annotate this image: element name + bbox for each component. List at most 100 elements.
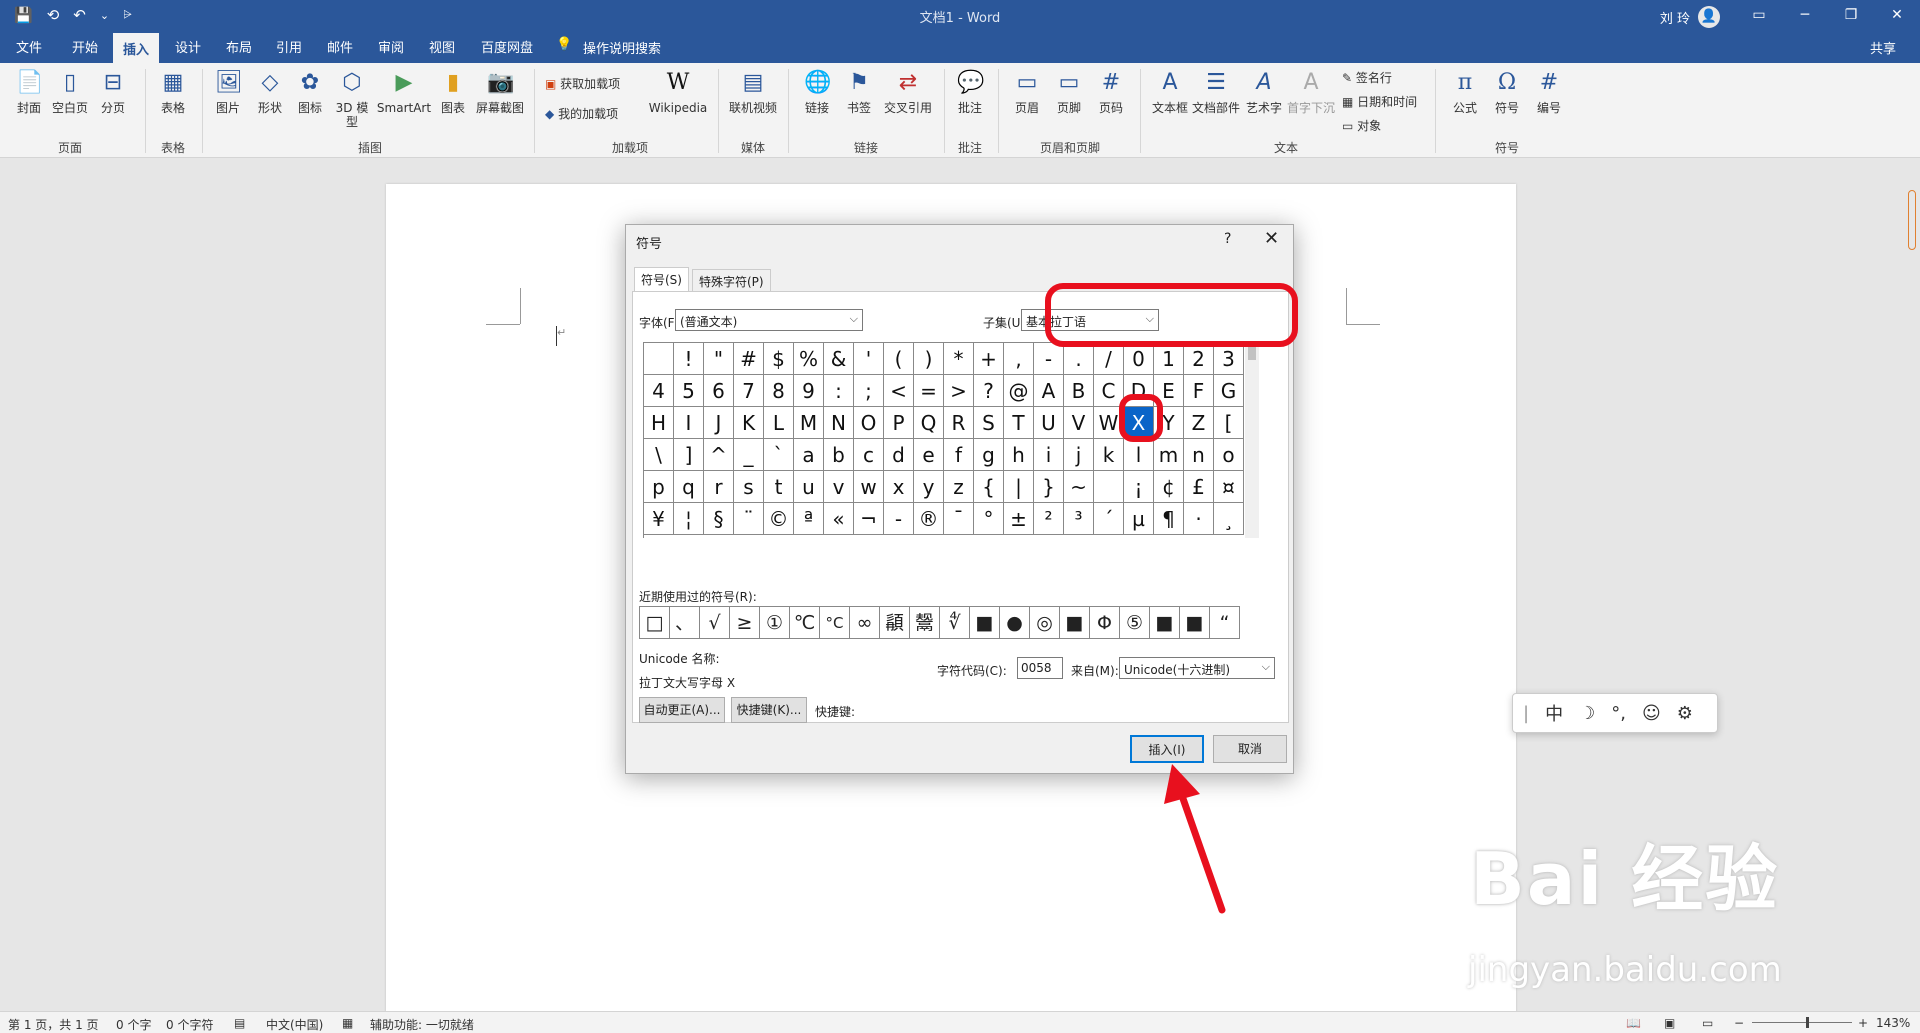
wordart-button[interactable]: A 艺术字 [1244,69,1284,115]
symbol-cell[interactable]: £ [1184,471,1214,503]
recent-symbol-cell[interactable]: 䫇 [880,607,910,639]
symbol-cell[interactable]: # [734,343,764,375]
symbol-cell[interactable]: S [974,407,1004,439]
get-addins-button[interactable]: ▣ 获取加载项 [545,75,620,92]
tab-special-characters[interactable]: 特殊字符(P) [692,269,771,291]
icons-button[interactable]: ✿ 图标 [296,69,324,115]
zoom-slider-thumb[interactable] [1806,1017,1809,1028]
symbol-cell[interactable]: N [824,407,854,439]
punctuation-icon[interactable]: °, [1611,703,1626,724]
symbol-cell[interactable]: ¯ [944,503,974,535]
symbol-cell[interactable]: k [1094,439,1124,471]
symbol-cell[interactable]: p [644,471,674,503]
symbol-cell[interactable]: L [764,407,794,439]
symbol-cell[interactable]: @ [1004,375,1034,407]
symbol-cell[interactable]: ¤ [1214,471,1244,503]
symbol-cell[interactable]: ` [764,439,794,471]
symbol-cell[interactable]: a [794,439,824,471]
user-account[interactable]: 刘 玲 👤 [1660,6,1720,28]
symbol-cell[interactable]: ] [674,439,704,471]
symbol-cell[interactable]: µ [1124,503,1154,535]
symbol-cell[interactable]: A [1034,375,1064,407]
symbol-cell[interactable]: ¶ [1154,503,1184,535]
recent-symbols-row[interactable]: □、 √ ≥ ① ℃ °C ∞ 䫇鬶 ∜ ■ ● ◎ ■ Φ ⑤ ■ ■ “ [639,606,1240,639]
symbol-cell[interactable]: 2 [1184,343,1214,375]
symbol-cell[interactable]: | [1004,471,1034,503]
recent-symbol-cell[interactable]: Φ [1090,607,1120,639]
from-dropdown[interactable]: Unicode(十六进制) ⌵ [1119,657,1275,679]
symbol-cell[interactable]: b [824,439,854,471]
recent-symbol-cell[interactable]: ① [760,607,790,639]
tab-design[interactable]: 设计 [175,37,201,56]
symbol-cell[interactable]: ¨ [734,503,764,535]
share-button[interactable]: 共享 [1870,38,1896,57]
macro-icon[interactable]: ▦ [342,1016,353,1030]
signature-line-button[interactable]: ✎ 签名行 [1342,69,1392,86]
symbol-cell[interactable]: © [764,503,794,535]
symbol-cell[interactable]: . [1064,343,1094,375]
comment-button[interactable]: 💬 批注 [952,69,988,115]
symbol-cell[interactable]: f [944,439,974,471]
zoom-out-button[interactable]: − [1734,1016,1744,1030]
date-time-button[interactable]: ▦ 日期和时间 [1342,93,1417,110]
recent-symbol-cell[interactable]: ■ [1180,607,1210,639]
symbol-cell[interactable]: ® [914,503,944,535]
symbol-cell[interactable]: \ [644,439,674,471]
symbol-cell[interactable]: F [1184,375,1214,407]
ribbon-display-icon[interactable]: ▭ [1736,0,1782,31]
tab-references[interactable]: 引用 [276,37,302,56]
symbol-cell[interactable]: R [944,407,974,439]
symbol-cell[interactable]: « [824,503,854,535]
symbol-cell[interactable]: , [1004,343,1034,375]
symbol-cell[interactable]: ^ [704,439,734,471]
recent-symbol-cell[interactable]: ■ [970,607,1000,639]
symbol-cell[interactable]: n [1184,439,1214,471]
page-number-button[interactable]: # 页码 [1094,69,1128,115]
zoom-level[interactable]: 143% [1876,1016,1910,1030]
symbol-cell[interactable]: > [944,375,974,407]
symbol-cell[interactable]: { [974,471,1004,503]
symbol-cell[interactable]: ¸ [1214,503,1244,535]
recent-symbol-cell[interactable]: 、 [670,607,700,639]
page-break-button[interactable]: ⊟ 分页 [98,69,128,115]
shapes-button[interactable]: ◇ 形状 [254,69,286,115]
symbol-cell[interactable]: ; [854,375,884,407]
symbol-cell[interactable]: j [1064,439,1094,471]
symbol-cell[interactable]: V [1064,407,1094,439]
wikipedia-button[interactable]: W Wikipedia [648,69,708,115]
symbol-cell[interactable]: d [884,439,914,471]
symbol-cell[interactable]: § [704,503,734,535]
header-button[interactable]: ▭ 页眉 [1010,69,1044,115]
symbol-cell[interactable]: t [764,471,794,503]
online-video-button[interactable]: ▤ 联机视频 [726,69,780,115]
chinese-mode-icon[interactable]: 中 [1545,700,1563,726]
symbol-cell[interactable]: / [1094,343,1124,375]
symbol-cell[interactable]: ± [1004,503,1034,535]
symbol-cell[interactable]: 7 [734,375,764,407]
tab-file[interactable]: 文件 [16,37,42,56]
symbol-cell[interactable]: ! [674,343,704,375]
link-button[interactable]: 🌐 链接 [800,69,834,115]
recent-symbol-cell[interactable]: ∜ [940,607,970,639]
symbol-cell[interactable]: - [1034,343,1064,375]
symbol-cell[interactable]: 4 [644,375,674,407]
cancel-button[interactable]: 取消 [1213,735,1287,763]
object-button[interactable]: ▭ 对象 [1342,117,1381,134]
close-icon[interactable]: ✕ [1264,228,1279,249]
symbol-cell[interactable]: ¡ [1124,471,1154,503]
symbol-cell[interactable]: - [884,503,914,535]
symbol-cell[interactable]: + [974,343,1004,375]
emoji-icon[interactable]: ☺ [1642,703,1661,724]
symbol-cell[interactable]: ° [974,503,1004,535]
tell-me-search[interactable]: 操作说明搜索 [583,38,661,57]
symbol-cell[interactable]: 1 [1154,343,1184,375]
moon-icon[interactable]: ☽ [1579,703,1595,724]
picture-button[interactable]: 🖼 图片 [212,69,244,115]
symbol-cell[interactable]: ¦ [674,503,704,535]
symbol-cell[interactable]: x [884,471,914,503]
smartart-button[interactable]: ▶ SmartArt [376,69,432,115]
cover-page-button[interactable]: 📄 封面 [14,69,44,115]
quick-parts-button[interactable]: ☰ 文档部件 [1192,69,1240,115]
recent-symbol-cell[interactable]: ≥ [730,607,760,639]
symbol-cell[interactable]: 0 [1124,343,1154,375]
